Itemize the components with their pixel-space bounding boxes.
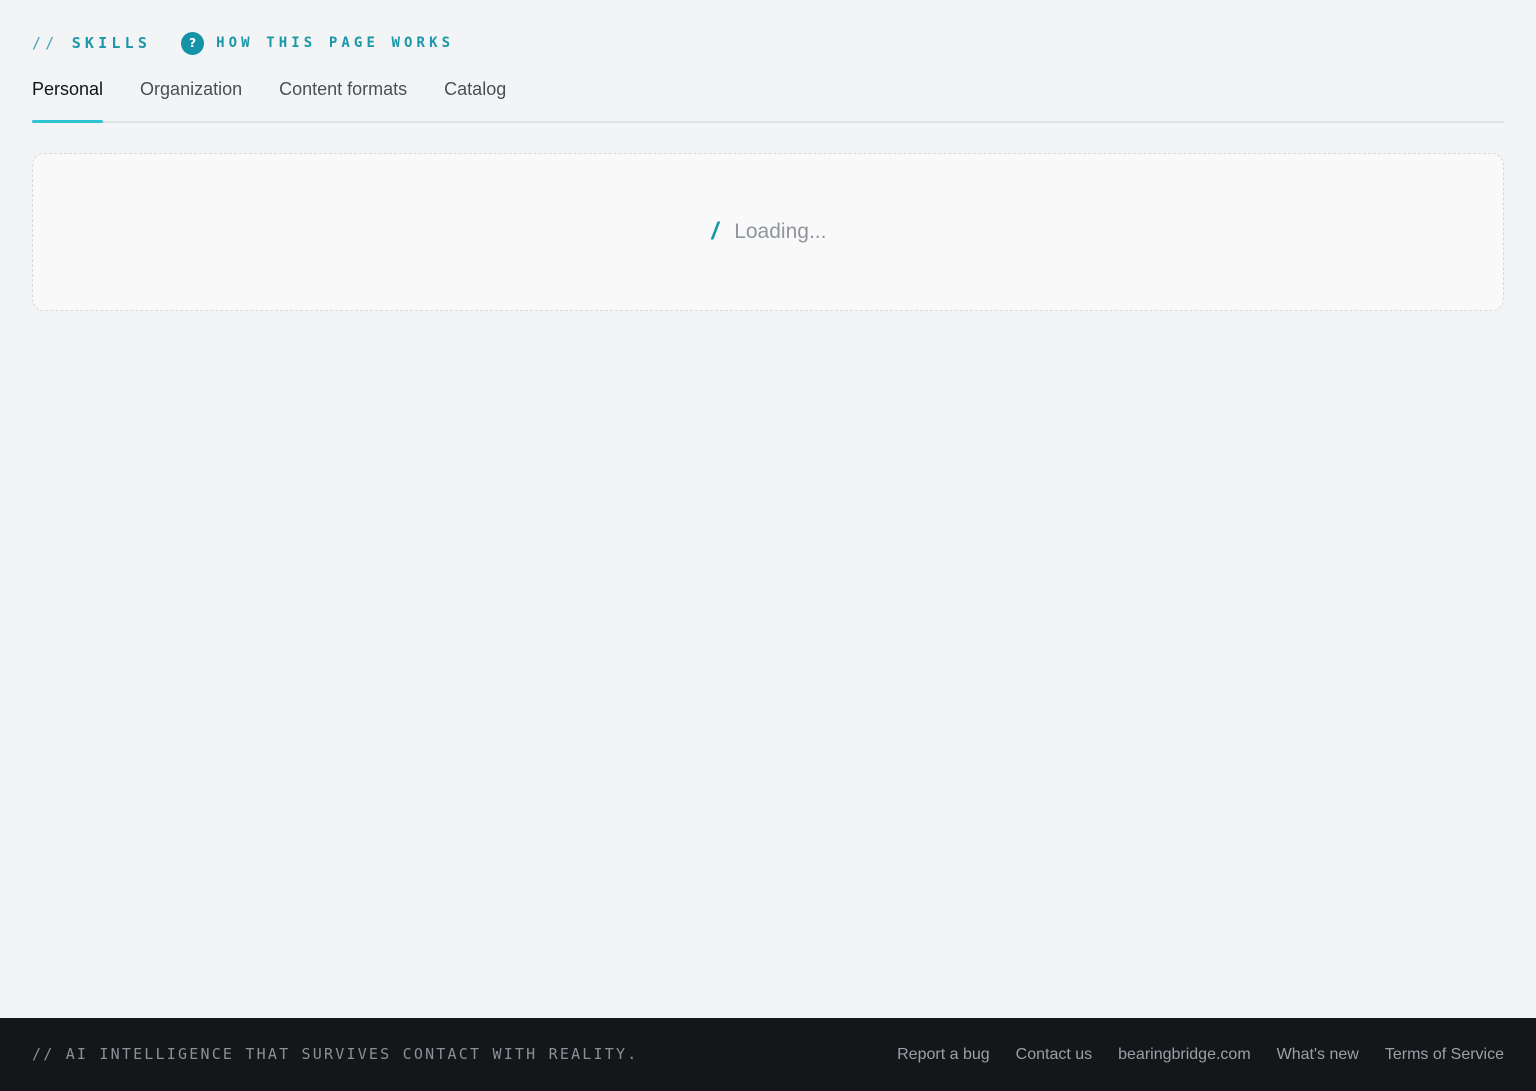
footer: // AI INTELLIGENCE THAT SURVIVES CONTACT…	[0, 1018, 1536, 1091]
how-this-page-works-label: HOW THIS PAGE WORKS	[216, 35, 455, 51]
tab-catalog[interactable]: Catalog	[444, 72, 506, 121]
footer-link-whats-new[interactable]: What's new	[1277, 1046, 1359, 1064]
tab-content-formats[interactable]: Content formats	[279, 72, 407, 121]
footer-link-website[interactable]: bearingbridge.com	[1118, 1046, 1251, 1064]
footer-links: Report a bug Contact us bearingbridge.co…	[871, 1018, 1504, 1091]
footer-link-terms-of-service[interactable]: Terms of Service	[1385, 1046, 1504, 1064]
tab-bar: Personal Organization Content formats Ca…	[32, 72, 1504, 123]
section-title: // SKILLS	[32, 34, 151, 52]
loading-card: / Loading...	[32, 153, 1504, 311]
loading-indicator: / Loading...	[712, 218, 827, 246]
footer-tagline: // AI INTELLIGENCE THAT SURVIVES CONTACT…	[32, 1045, 639, 1063]
slash-spinner-icon: /	[711, 218, 719, 245]
question-circle-icon: ?	[181, 31, 205, 55]
page-header: // SKILLS ? HOW THIS PAGE WORKS	[32, 30, 454, 56]
section-title-text: SKILLS	[71, 34, 152, 52]
tab-organization[interactable]: Organization	[140, 72, 242, 121]
section-slashes: //	[32, 34, 59, 52]
tab-personal[interactable]: Personal	[32, 72, 104, 123]
how-this-page-works-link[interactable]: ? HOW THIS PAGE WORKS	[181, 31, 455, 55]
footer-link-report-bug[interactable]: Report a bug	[897, 1046, 990, 1064]
footer-link-contact-us[interactable]: Contact us	[1016, 1046, 1092, 1064]
loading-text: Loading...	[734, 220, 827, 243]
